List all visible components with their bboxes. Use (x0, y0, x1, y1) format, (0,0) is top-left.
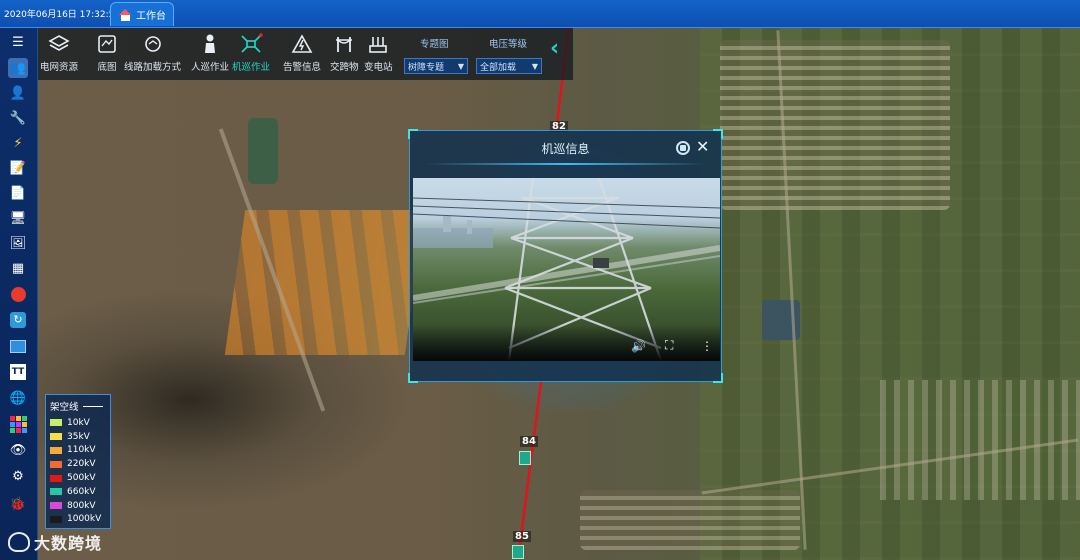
datetime-display: 2020年06月16日 17:32:52 (4, 10, 121, 20)
close-button[interactable]: ✕ (696, 137, 709, 156)
legend-item: 110kV (50, 444, 106, 458)
legend-item: 35kV (50, 430, 106, 444)
menu-icon[interactable]: ☰ (8, 32, 28, 52)
toolbar-item-crossings[interactable]: 交跨物 (330, 30, 359, 73)
legend-item: 660kV (50, 485, 106, 499)
left-sidebar: ☰ 👥 👤 🔧 ⚡ 📝 📄 🖥 🖼 ▦ ↻ TT 🌐 👁 ⚙ 🐞 (0, 28, 38, 560)
fullscreen-icon[interactable]: ⛶ (665, 338, 673, 353)
record-button[interactable] (676, 141, 690, 155)
legend-swatch (50, 460, 62, 468)
legend-item: 1000kV (50, 513, 106, 527)
toolbar-item-drone-patrol[interactable]: 机巡作业 (232, 30, 270, 73)
chevron-down-icon: ▼ (457, 61, 464, 71)
record-icon[interactable] (8, 284, 28, 304)
tab-workbench[interactable]: 工作台 (110, 2, 174, 26)
toolbar-item-manual-patrol[interactable]: 人巡作业 (191, 30, 229, 73)
map-icon (94, 30, 120, 58)
toolbar-item-basemap[interactable]: 底图 (94, 30, 120, 73)
ladybug-icon[interactable]: 🐞 (8, 494, 28, 514)
home-icon (119, 8, 132, 21)
tower-label: 84 (520, 436, 538, 447)
image-icon[interactable]: 🖼 (8, 233, 28, 253)
popup-title: 机巡信息 (541, 142, 590, 156)
voltage-level-title: 电压等级 (489, 39, 528, 50)
tt-icon[interactable]: TT (8, 362, 28, 382)
tools-icon[interactable]: 🔧 (8, 108, 28, 128)
drone-icon (238, 30, 264, 58)
more-options-icon[interactable]: ⋮ (701, 339, 713, 353)
warning-icon (289, 30, 315, 58)
legend-item: 10kV (50, 416, 106, 430)
top-bar: 2020年06月16日 17:32:52 工作台 (0, 0, 1080, 28)
server-icon[interactable]: 🖥 (8, 208, 28, 228)
legend-swatch (50, 488, 62, 496)
legend-swatch (50, 515, 62, 523)
legend-swatch (50, 502, 62, 510)
drone-video-player[interactable]: 🔊 ⛶ ⋮ (413, 178, 720, 361)
crossing-icon (331, 30, 357, 58)
toolbar-item-line-load-mode[interactable]: 线路加载方式 (124, 30, 181, 73)
toolbar-item-grid-resources[interactable]: 电网资源 (40, 30, 78, 73)
legend-swatch (50, 446, 62, 454)
legend-swatch (50, 433, 62, 441)
table-icon[interactable]: ▦ (8, 258, 28, 278)
route-icon (140, 30, 166, 58)
substation-icon (365, 30, 391, 58)
legend-item: 500kV (50, 471, 106, 485)
watermark-logo-icon (8, 532, 30, 552)
map-toolbar: 电网资源 底图 线路加载方式 人巡作业 机巡作业 告警信息 交跨物 变电站 专题… (38, 28, 573, 80)
legend-line-sample (82, 405, 103, 407)
tower-label: 85 (513, 531, 531, 542)
tower-icon[interactable] (519, 451, 531, 465)
voltage-level-select[interactable]: 全部加载 ▼ (476, 58, 542, 74)
legend-item: 220kV (50, 457, 106, 471)
legend-title: 架空线 (50, 402, 79, 413)
refresh-icon[interactable]: ↻ (8, 310, 28, 330)
topic-map-select[interactable]: 树障专题 ▼ (404, 58, 468, 74)
globe-icon[interactable]: 🌐 (8, 388, 28, 408)
topic-map-title: 专题图 (420, 39, 449, 50)
volume-icon[interactable]: 🔊 (631, 339, 646, 353)
toolbar-item-substation[interactable]: 变电站 (364, 30, 393, 73)
collapse-chevron-icon[interactable]: ‹ (550, 36, 559, 61)
legend-swatch (50, 474, 62, 482)
person-icon (197, 30, 223, 58)
legend-swatch (50, 419, 62, 427)
tower-icon[interactable] (512, 545, 524, 559)
gear-icon[interactable]: ⚙ (8, 466, 28, 486)
user-icon[interactable]: 👤 (8, 83, 28, 103)
drone-patrol-popup: 机巡信息 ✕ 🔊 ⛶ ⋮ (408, 129, 723, 383)
add-document-icon[interactable]: 📄 (8, 183, 28, 203)
eye-icon[interactable]: 👁 (8, 440, 28, 460)
edit-document-icon[interactable]: 📝 (8, 158, 28, 178)
lightning-icon[interactable]: ⚡ (8, 133, 28, 153)
voltage-legend: 架空线 10kV 35kV 110kV 220kV 500kV 660kV 80… (45, 394, 111, 529)
watermark: 大数跨境 (8, 530, 102, 554)
users-icon[interactable]: 👥 (8, 58, 28, 78)
legend-item: 800kV (50, 499, 106, 513)
toolbar-item-alarm-info[interactable]: 告警信息 (283, 30, 321, 73)
layers-icon (46, 30, 72, 58)
chevron-down-icon: ▼ (531, 61, 538, 71)
tab-workbench-label: 工作台 (136, 11, 166, 22)
grid-icon[interactable] (8, 414, 28, 434)
monitor-icon[interactable] (8, 336, 28, 356)
title-divider (426, 163, 707, 165)
